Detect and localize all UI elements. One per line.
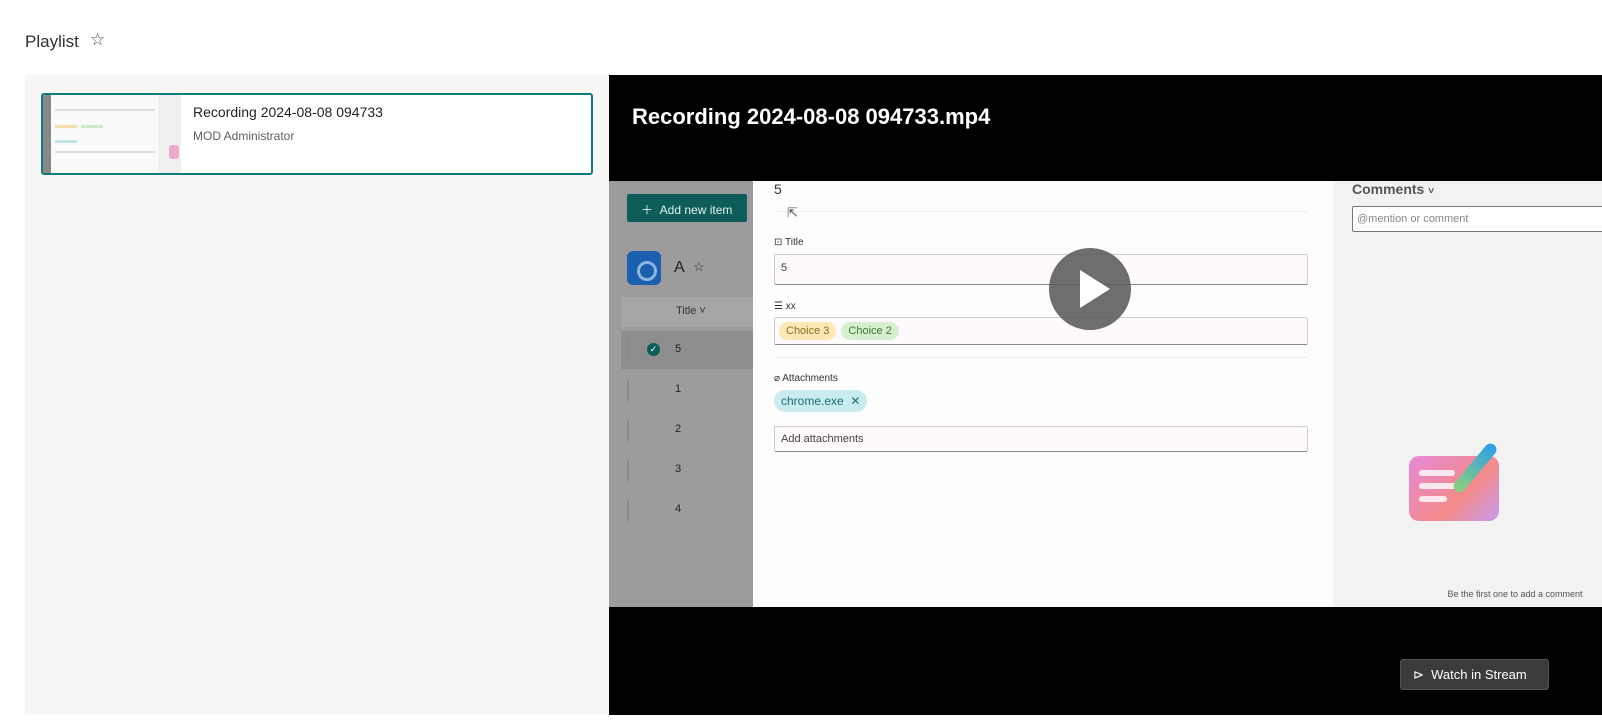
comments-pane: Comments ˅ @mention or comment Be the fi… <box>1333 181 1602 607</box>
video-title: Recording 2024-08-08 094733.mp4 <box>632 104 991 129</box>
star-icon: ☆ <box>693 259 705 274</box>
play-icon[interactable] <box>1049 248 1131 330</box>
star-outline-icon[interactable]: ☆ <box>90 30 105 50</box>
item-heading: 5 <box>774 181 782 197</box>
checkmark-icon: ✓ <box>647 343 660 356</box>
choice-pill: Choice 3 <box>779 322 837 340</box>
attachments-label: ⌀ Attachments <box>774 373 838 384</box>
divider <box>774 357 1308 358</box>
list-pane: ＋ Add new item A ☆ Title ˅ ✓ 5 1 2 3 4 <box>609 181 753 607</box>
divider <box>774 211 1308 212</box>
choice-field: Choice 3 Choice 2 <box>774 317 1308 345</box>
xx-label-text: xx <box>785 301 796 312</box>
list-row: 2 <box>621 411 753 449</box>
playlist-item[interactable]: Recording 2024-08-08 094733 MOD Administ… <box>41 93 593 175</box>
item-panel: 5 ⇱ ⊡ Title 5 ☰ xx Choice 3 Choice 2 ⌀ At… <box>753 181 1333 607</box>
row-value: 5 <box>675 343 682 355</box>
stream-icon: ⊳ <box>1413 667 1424 682</box>
row-value: 4 <box>675 503 682 515</box>
site-logo-icon <box>627 251 661 285</box>
text-field-icon: ⊡ <box>774 237 785 248</box>
xx-label: ☰ xx <box>774 301 796 312</box>
close-icon: ✕ <box>850 394 861 408</box>
cursor-icon: ⇱ <box>787 205 798 220</box>
site-name: A <box>674 259 685 276</box>
choice-list-icon: ☰ <box>774 301 786 312</box>
title-field: 5 <box>774 254 1308 285</box>
row-value: 3 <box>675 463 682 475</box>
comments-title: Comments ˅ <box>1352 181 1434 197</box>
list-row: 1 <box>621 371 753 409</box>
comment-input: @mention or comment <box>1352 206 1602 232</box>
add-new-item-button: ＋ Add new item <box>627 194 747 222</box>
video-thumbnail <box>43 95 181 173</box>
video-frame: ＋ Add new item A ☆ Title ˅ ✓ 5 1 2 3 4 5 … <box>609 181 1602 607</box>
watch-in-stream-label: Watch in Stream <box>1431 667 1527 682</box>
add-new-item-label: Add new item <box>659 203 733 217</box>
attachment-name: chrome.exe <box>781 394 844 408</box>
attachments-label-text: Attachments <box>782 373 838 384</box>
list-row: 3 <box>621 451 753 489</box>
paperclip-icon: ⌀ <box>774 373 783 384</box>
attachment-chip: chrome.exe ✕ <box>774 390 868 412</box>
add-attachments-field: Add attachments <box>774 426 1308 452</box>
column-header-label: Title <box>676 305 697 317</box>
title-label-text: Title <box>784 237 804 248</box>
row-value: 2 <box>675 423 682 435</box>
choice-pill: Choice 2 <box>841 322 899 340</box>
playlist-item-title: Recording 2024-08-08 094733 <box>193 104 383 120</box>
row-value: 1 <box>675 383 682 395</box>
comment-illustration-icon <box>1409 441 1499 521</box>
comments-title-text: Comments <box>1352 181 1425 197</box>
title-label: ⊡ Title <box>774 237 804 248</box>
comments-empty-text: Be the first one to add a comment <box>1447 589 1583 599</box>
column-header: Title ˅ <box>621 297 753 327</box>
chevron-down-icon: ˅ <box>1428 186 1435 197</box>
list-row: 4 <box>621 491 753 529</box>
playlist-item-author: MOD Administrator <box>193 129 295 143</box>
page-title: Playlist <box>25 32 79 51</box>
video-player[interactable]: Recording 2024-08-08 094733.mp4 ＋ Add ne… <box>609 75 1602 715</box>
watch-in-stream-button[interactable]: ⊳ Watch in Stream <box>1400 659 1549 690</box>
list-row: ✓ 5 <box>621 331 753 369</box>
